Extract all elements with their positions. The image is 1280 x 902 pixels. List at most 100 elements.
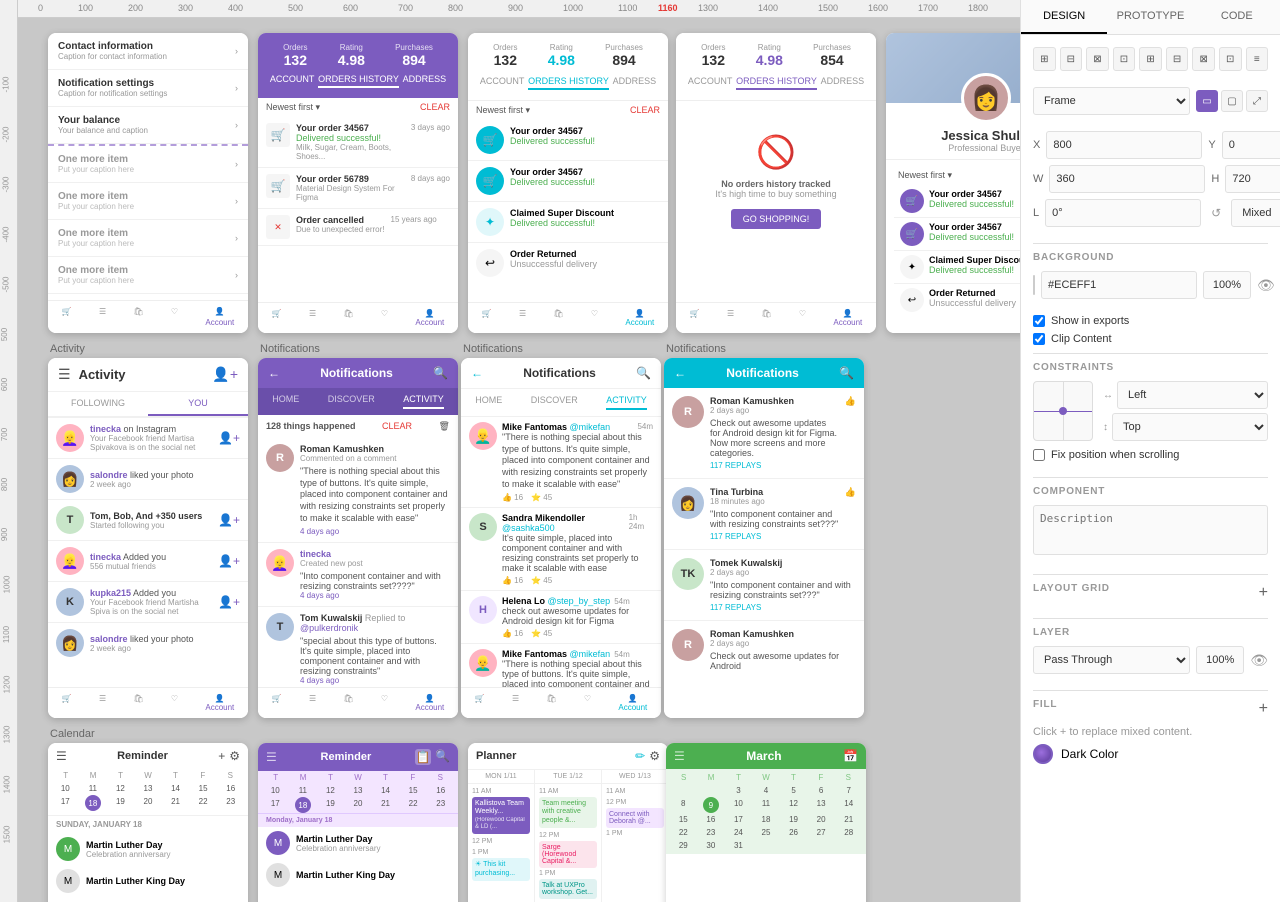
phone-frame-notif-teal: ← Notifications 🔍 HOMEDISCOVERACTIVITY 👱… xyxy=(461,358,661,718)
phone-frame-activity: ☰ Activity 👤+ FOLLOWING YOU 👱‍♀️ tinecka… xyxy=(48,358,248,718)
component-desc-textarea[interactable] xyxy=(1033,505,1268,555)
ruler-left: -100 -200 -300 -400 -500 500 600 700 800… xyxy=(0,0,18,902)
phone-frame-shop5: 👩 Jessica Shultz Professional Buyer Newe… xyxy=(886,33,1020,333)
more-align-btn[interactable]: ≡ xyxy=(1246,47,1269,71)
fill-section: FILL + Click + to replace mixed content.… xyxy=(1033,699,1268,764)
component-section: COMPONENT xyxy=(1033,486,1268,558)
notifications-label-1: Notifications xyxy=(260,343,320,355)
divider2 xyxy=(1033,353,1268,354)
layout-grid-label: LAYOUT GRID xyxy=(1033,583,1110,594)
fix-scroll-checkbox[interactable] xyxy=(1033,449,1045,461)
constraints-section: CONSTRAINTS ↔ Left Right Center Scale xyxy=(1033,362,1268,461)
bg-opacity-input[interactable] xyxy=(1203,271,1251,299)
divider6 xyxy=(1033,690,1268,691)
phone-frame-shop4: Orders132 Rating4.98 Purchases854 ACCOUN… xyxy=(676,33,876,333)
h-label: H xyxy=(1211,173,1219,185)
component-label: COMPONENT xyxy=(1033,486,1268,497)
frame-expand-btn[interactable]: ⤢ xyxy=(1246,90,1268,112)
layer-label: LAYER xyxy=(1033,627,1268,638)
constraints-label: CONSTRAINTS xyxy=(1033,362,1268,373)
fill-label: FILL xyxy=(1033,699,1057,710)
wh-row: W H 🔗 xyxy=(1033,165,1268,193)
w-label: W xyxy=(1033,173,1043,185)
fill-placeholder-text: Click + to replace mixed content. xyxy=(1033,726,1268,738)
constraint-v-select[interactable]: Top Bottom Center Scale xyxy=(1112,413,1268,441)
frame-view-btn2[interactable]: ▢ xyxy=(1221,90,1243,112)
bg-visibility-btn[interactable]: 👁 xyxy=(1257,277,1275,294)
fill-header: FILL + xyxy=(1033,699,1268,718)
align-bottom-btn[interactable]: ⊟ xyxy=(1166,47,1189,71)
layout-grid-add-btn[interactable]: + xyxy=(1259,585,1268,601)
tab-code[interactable]: CODE xyxy=(1194,0,1280,34)
background-section: BACKGROUND 👁 xyxy=(1033,252,1268,299)
layout-grid-section: LAYOUT GRID + xyxy=(1033,583,1268,602)
panel-tabs: DESIGN PROTOTYPE CODE xyxy=(1021,0,1280,35)
xy-row: X Y xyxy=(1033,131,1268,159)
show-exports-label: Show in exports xyxy=(1051,315,1129,327)
tab-prototype[interactable]: PROTOTYPE xyxy=(1107,0,1193,34)
rotation-icon: ↺ xyxy=(1207,206,1225,220)
constraints-grid: ↔ Left Right Center Scale ↕ Top Bottom xyxy=(1033,381,1268,441)
align-left-btn[interactable]: ⊞ xyxy=(1033,47,1056,71)
phone-frame-shop2: Orders132 Rating4.98 Purchases894 ACCOUN… xyxy=(258,33,458,333)
right-panel: DESIGN PROTOTYPE CODE ⊞ ⊟ ⊠ ⊡ ⊞ ⊟ ⊠ ⊡ ≡ … xyxy=(1020,0,1280,902)
notifications-label-3: Notifications xyxy=(666,343,726,355)
fill-color-label: Dark Color xyxy=(1061,747,1118,761)
constraint-h-select[interactable]: Left Right Center Scale xyxy=(1117,381,1268,409)
bg-color-row: 👁 xyxy=(1033,271,1268,299)
align-center-h-btn[interactable]: ⊟ xyxy=(1060,47,1083,71)
h-input[interactable] xyxy=(1225,165,1280,193)
clip-content-checkbox[interactable] xyxy=(1033,333,1045,345)
layer-opacity-input[interactable] xyxy=(1196,646,1244,674)
fill-color-row: Dark Color xyxy=(1033,744,1268,764)
canvas-content: Contact informationCaption for contact i… xyxy=(18,18,1020,902)
phone-frame-shop1: Contact informationCaption for contact i… xyxy=(48,33,248,333)
corner-select[interactable]: Mixed xyxy=(1231,199,1280,227)
x-input[interactable] xyxy=(1046,131,1202,159)
align-top-btn[interactable]: ⊡ xyxy=(1113,47,1136,71)
layer-visibility-btn[interactable]: 👁 xyxy=(1250,652,1268,669)
show-exports-checkbox[interactable] xyxy=(1033,315,1045,327)
w-input[interactable] xyxy=(1049,165,1205,193)
layer-blend-select[interactable]: Pass Through Normal Multiply Screen Over… xyxy=(1033,646,1190,674)
phone-frame-cal2: ☰ Reminder 📋 🔍 TMTWTFS 10111213141516 xyxy=(258,743,458,902)
rotation-corner-row: L ↺ Mixed ⊞ xyxy=(1033,199,1268,227)
activity-section-label: Activity xyxy=(50,343,85,355)
layout-grid-header: LAYOUT GRID + xyxy=(1033,583,1268,602)
ruler-top: 0 100 200 300 400 500 600 700 800 900 10… xyxy=(0,0,1020,18)
clip-content-row: Clip Content xyxy=(1033,333,1268,345)
align-right-btn[interactable]: ⊠ xyxy=(1086,47,1109,71)
y-label: Y xyxy=(1208,139,1215,151)
panel-body: ⊞ ⊟ ⊠ ⊡ ⊞ ⊟ ⊠ ⊡ ≡ Frame ▭ ▢ ⤢ xyxy=(1021,35,1280,902)
y-input[interactable] xyxy=(1222,131,1280,159)
clip-content-label: Clip Content xyxy=(1051,333,1112,345)
divider4 xyxy=(1033,574,1268,575)
show-exports-row: Show in exports xyxy=(1033,315,1268,327)
distribute-h-btn[interactable]: ⊠ xyxy=(1192,47,1215,71)
notifications-label-2: Notifications xyxy=(463,343,523,355)
rotation-label: L xyxy=(1033,207,1039,219)
x-label: X xyxy=(1033,139,1040,151)
bg-hex-input[interactable] xyxy=(1041,271,1197,299)
phone-frame-cal1: ☰ Reminder + ⚙ TMTWTFS 10111213141516 xyxy=(48,743,248,902)
divider5 xyxy=(1033,618,1268,619)
align-row: ⊞ ⊟ ⊠ ⊡ ⊞ ⊟ ⊠ ⊡ ≡ xyxy=(1033,47,1268,71)
rotation-input[interactable] xyxy=(1045,199,1201,227)
fill-add-btn[interactable]: + xyxy=(1259,701,1268,717)
frame-type-row: Frame ▭ ▢ ⤢ xyxy=(1033,87,1268,115)
phone-frame-notif-purple: ← Notifications 🔍 HOMEDISCOVERACTIVITY 1… xyxy=(258,358,458,718)
tab-design[interactable]: DESIGN xyxy=(1021,0,1107,34)
phone-frame-notif-green: ← Notifications 🔍 R Roman Kamushken 2 da… xyxy=(664,358,864,718)
fill-color-circle[interactable] xyxy=(1033,744,1053,764)
phone-frame-shop3: Orders132 Rating4.98 Purchases894 ACCOUN… xyxy=(468,33,668,333)
distribute-v-btn[interactable]: ⊡ xyxy=(1219,47,1242,71)
canvas-area: 0 100 200 300 400 500 600 700 800 900 10… xyxy=(0,0,1020,902)
fix-scroll-row: Fix position when scrolling xyxy=(1033,449,1268,461)
frame-view-btn1[interactable]: ▭ xyxy=(1196,90,1218,112)
fix-scroll-label: Fix position when scrolling xyxy=(1051,449,1179,461)
bg-color-swatch[interactable] xyxy=(1033,275,1035,295)
align-center-v-btn[interactable]: ⊞ xyxy=(1139,47,1162,71)
frame-type-select[interactable]: Frame xyxy=(1033,87,1190,115)
divider1 xyxy=(1033,243,1268,244)
align-section: ⊞ ⊟ ⊠ ⊡ ⊞ ⊟ ⊠ ⊡ ≡ xyxy=(1033,47,1268,71)
